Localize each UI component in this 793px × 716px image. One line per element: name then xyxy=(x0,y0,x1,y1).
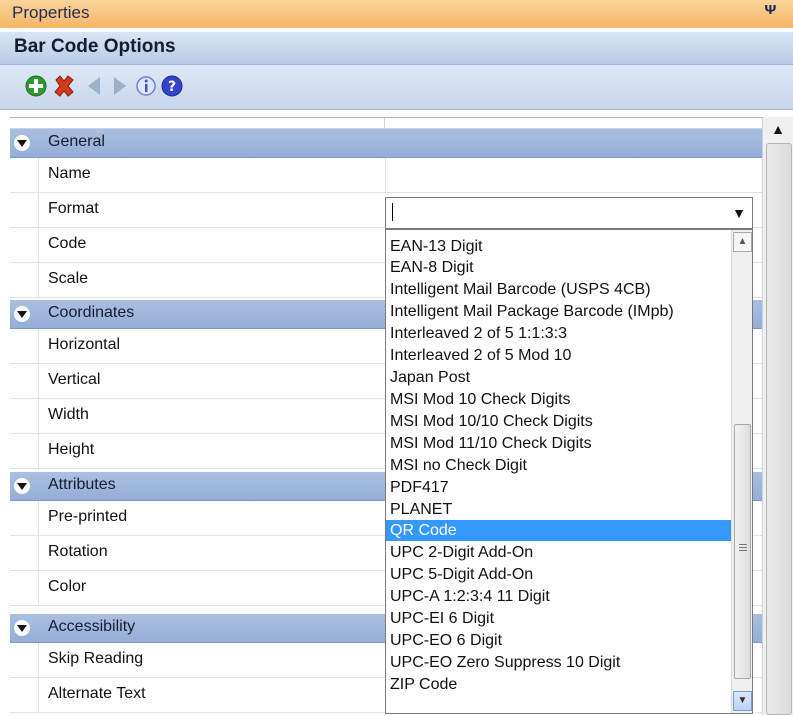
dropdown-option[interactable]: UPC-EI 6 Digit xyxy=(386,608,731,629)
scroll-grip-icon xyxy=(739,544,747,551)
dropdown-option[interactable]: UPC-EO Zero Suppress 10 Digit xyxy=(386,652,731,673)
back-icon[interactable] xyxy=(82,74,106,98)
scroll-up-arrow-icon[interactable]: ▲ xyxy=(768,121,788,141)
row-gutter xyxy=(10,536,39,570)
row-gutter xyxy=(10,263,39,297)
dropdown-option[interactable]: UPC 2-Digit Add-On xyxy=(386,542,731,563)
property-label: Width xyxy=(48,406,89,423)
dropdown-scroll-thumb[interactable] xyxy=(734,424,751,679)
property-row-name[interactable]: Name xyxy=(10,158,762,193)
row-gutter xyxy=(10,571,39,605)
delete-icon[interactable] xyxy=(52,74,76,98)
section-header: Bar Code Options xyxy=(0,32,793,65)
dropdown-option[interactable]: UPC-EO 6 Digit xyxy=(386,630,731,651)
row-gutter xyxy=(10,399,39,433)
property-label: Height xyxy=(48,441,95,458)
format-dropdown-list[interactable]: EAN-13 Digit EAN-8 Digit Intelligent Mai… xyxy=(385,229,753,714)
property-label: Color xyxy=(48,578,87,595)
dropdown-option[interactable]: PDF417 xyxy=(386,477,731,498)
row-gutter xyxy=(10,193,39,227)
property-label: Vertical xyxy=(48,371,101,388)
property-label: Skip Reading xyxy=(48,650,144,667)
property-label: Format xyxy=(48,200,99,217)
window-title: Properties xyxy=(12,3,90,22)
text-cursor xyxy=(392,203,393,221)
row-gutter xyxy=(10,678,39,712)
dropdown-option[interactable]: UPC 5-Digit Add-On xyxy=(386,564,731,585)
dropdown-scrollbar[interactable]: ▲ ▼ xyxy=(731,230,752,713)
scroll-thumb[interactable] xyxy=(766,143,792,715)
grid-header-strip xyxy=(10,118,762,129)
dropdown-option[interactable]: UPC-A 1:2:3:4 11 Digit xyxy=(386,586,731,607)
add-icon[interactable] xyxy=(24,74,48,98)
row-gutter xyxy=(10,158,39,192)
category-label: Attributes xyxy=(48,476,116,493)
row-gutter xyxy=(10,643,39,677)
dropdown-option-selected[interactable]: QR Code xyxy=(386,520,731,541)
dropdown-option[interactable]: MSI Mod 10 Check Digits xyxy=(386,389,731,410)
collapse-arrow-icon[interactable] xyxy=(13,134,31,152)
row-gutter xyxy=(10,364,39,398)
row-gutter xyxy=(10,228,39,262)
property-label: Pre-printed xyxy=(48,508,128,525)
dropdown-scroll-up-icon[interactable]: ▲ xyxy=(733,232,752,252)
dropdown-option[interactable]: Interleaved 2 of 5 1:1:3:3 xyxy=(386,323,731,344)
property-label: Code xyxy=(48,235,87,252)
dropdown-option[interactable]: PLANET xyxy=(386,499,731,520)
properties-titlebar: Properties ᴪ xyxy=(0,0,793,28)
grid-scrollbar[interactable]: ▲ xyxy=(762,117,793,715)
category-label: General xyxy=(48,133,105,150)
property-label: Name xyxy=(48,165,91,182)
collapse-arrow-icon[interactable] xyxy=(13,477,31,495)
property-label: Rotation xyxy=(48,543,108,560)
info-icon[interactable] xyxy=(134,74,158,98)
row-gutter xyxy=(10,434,39,468)
dropdown-option[interactable]: MSI Mod 11/10 Check Digits xyxy=(386,433,731,454)
row-gutter xyxy=(10,501,39,535)
help-icon[interactable]: ? xyxy=(160,74,184,98)
dropdown-option[interactable]: MSI Mod 10/10 Check Digits xyxy=(386,411,731,432)
property-label: Horizontal xyxy=(48,336,121,353)
dropdown-option[interactable]: ZIP Code xyxy=(386,674,731,695)
dropdown-option[interactable]: MSI no Check Digit xyxy=(386,455,731,476)
property-value[interactable] xyxy=(385,158,763,192)
section-title: Bar Code Options xyxy=(14,36,176,57)
category-general[interactable]: General xyxy=(10,129,762,158)
dropdown-option[interactable]: Intelligent Mail Package Barcode (IMpb) xyxy=(386,301,731,322)
dropdown-option[interactable]: Japan Post xyxy=(386,367,731,388)
category-label: Accessibility xyxy=(48,618,136,635)
property-label: Scale xyxy=(48,270,89,287)
dropdown-scroll-down-icon[interactable]: ▼ xyxy=(733,691,752,711)
dropdown-option[interactable]: EAN-8 Digit xyxy=(386,257,731,278)
dropdown-arrow-icon[interactable]: ▼ xyxy=(728,202,750,224)
svg-text:?: ? xyxy=(168,79,176,95)
row-gutter xyxy=(10,329,39,363)
collapse-arrow-icon[interactable] xyxy=(13,305,31,323)
grid-column-divider xyxy=(384,118,385,128)
dropdown-option[interactable]: Intelligent Mail Barcode (USPS 4CB) xyxy=(386,279,731,300)
dropdown-option[interactable]: Interleaved 2 of 5 Mod 10 xyxy=(386,345,731,366)
format-combobox[interactable]: ▼ xyxy=(385,197,753,229)
property-label: Alternate Text xyxy=(48,685,146,702)
forward-icon[interactable] xyxy=(108,74,132,98)
toolbar: ? xyxy=(0,65,793,110)
category-label: Coordinates xyxy=(48,304,135,321)
dropdown-option[interactable]: EAN-13 Digit xyxy=(386,236,731,257)
pin-icon[interactable]: ᴪ xyxy=(764,0,777,19)
collapse-arrow-icon[interactable] xyxy=(13,619,31,637)
